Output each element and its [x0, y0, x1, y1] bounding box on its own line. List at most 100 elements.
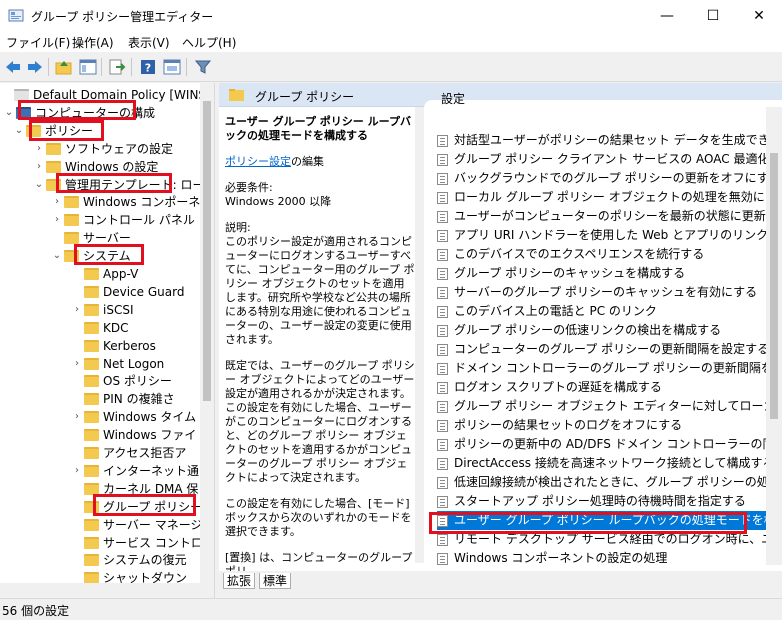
- tree-item[interactable]: Default Domain Policy [WINSV20: [0, 86, 214, 104]
- setting-row[interactable]: 対話型ユーザーがポリシーの結果セット データを生成できるかどうかを: [437, 131, 767, 150]
- tree-item[interactable]: › iSCSI: [0, 301, 200, 319]
- chevron-down-icon[interactable]: ⌄: [34, 176, 44, 194]
- close-button[interactable]: ✕: [736, 0, 782, 31]
- tree-item[interactable]: KDC: [0, 319, 200, 337]
- tab-extended[interactable]: 拡張: [223, 573, 256, 589]
- tree-vertical-scrollbar[interactable]: [200, 83, 214, 598]
- tree-item[interactable]: › Windows の設定: [0, 158, 200, 176]
- filter-icon[interactable]: [193, 57, 213, 77]
- chevron-right-icon[interactable]: ›: [34, 158, 44, 176]
- setting-row[interactable]: ドメイン コントローラーのグループ ポリシーの更新間隔を設定する: [437, 359, 767, 378]
- setting-row[interactable]: グループ ポリシー オブジェクト エディターに対してローカル ADM ファイル: [437, 397, 767, 416]
- tree-item[interactable]: Windows ファイ: [0, 426, 200, 444]
- tree-item[interactable]: Kerberos: [0, 337, 200, 355]
- tree-item[interactable]: ⌄ 管理用テンプレート: ローカ: [0, 176, 214, 194]
- tree-item-label: グループ ポリシー: [103, 499, 203, 514]
- setting-row[interactable]: ローカル グループ ポリシー オブジェクトの処理を無効にする: [437, 188, 767, 207]
- export-list-icon[interactable]: [107, 57, 127, 77]
- setting-row[interactable]: グループ ポリシー クライアント サービスの AOAC 最適化を無効にする: [437, 150, 767, 169]
- menu-action[interactable]: 操作(A): [72, 34, 114, 51]
- tree-scroll-thumb[interactable]: [203, 101, 211, 401]
- up-folder-icon[interactable]: [54, 57, 74, 77]
- tree-item[interactable]: ⌄ コンピューターの構成: [0, 104, 200, 122]
- setting-row[interactable]: ポリシーの結果セットのログをオフにする: [437, 416, 767, 435]
- setting-row[interactable]: アプリ URI ハンドラーを使用した Web とアプリのリンクを構成します: [437, 226, 767, 245]
- menu-file[interactable]: ファイル(F): [6, 34, 70, 51]
- tree-item[interactable]: › ソフトウェアの設定: [0, 140, 200, 158]
- chevron-right-icon[interactable]: ›: [52, 193, 62, 211]
- details-pane: グループ ポリシー ユーザー グループ ポリシー ループバックの処理モードを構成…: [219, 83, 782, 598]
- policy-setting-icon: [437, 154, 448, 166]
- setting-row-selected[interactable]: ユーザー グループ ポリシー ループバックの処理モードを構成する: [437, 511, 767, 530]
- chevron-right-icon[interactable]: ›: [52, 211, 62, 229]
- setting-row[interactable]: ユーザーがコンピューターのポリシーを最新の状態に更新できないよう: [437, 207, 767, 226]
- policy-setting-icon: [437, 401, 448, 413]
- minimize-button[interactable]: —: [644, 0, 690, 31]
- tree-item[interactable]: › コントロール パネル: [0, 211, 200, 229]
- setting-row[interactable]: DirectAccess 接続を高速ネットワーク接続として構成する: [437, 454, 767, 473]
- description-paragraph: 既定では、ユーザーのグループ ポリシー オブジェクトによってどのユーザー設定が適…: [225, 359, 415, 484]
- tree-item[interactable]: ⌄ システム: [0, 247, 200, 265]
- settings-column-header[interactable]: 設定: [441, 90, 465, 107]
- setting-row[interactable]: スタートアップ ポリシー処理時の待機時間を指定する: [437, 492, 767, 511]
- tree-item[interactable]: アクセス拒否ア: [0, 444, 200, 462]
- setting-row[interactable]: ログオン スクリプトの遅延を構成する: [437, 378, 767, 397]
- chevron-down-icon[interactable]: ⌄: [4, 104, 14, 122]
- setting-row[interactable]: リモート デスクトップ サービス経由でのログオン時に、ユーザーのグループ: [437, 530, 767, 549]
- tree-item[interactable]: Device Guard: [0, 283, 200, 301]
- tree-item[interactable]: カーネル DMA 保: [0, 480, 200, 498]
- chevron-right-icon[interactable]: ›: [72, 301, 82, 319]
- tree-item[interactable]: ⌄ ポリシー: [0, 122, 200, 140]
- setting-label: Windows コンポーネントの設定の処理: [454, 551, 668, 565]
- maximize-button[interactable]: ☐: [690, 0, 736, 31]
- chevron-down-icon[interactable]: ⌄: [14, 122, 24, 140]
- policy-setting-icon: [437, 477, 448, 489]
- help-icon[interactable]: ?: [138, 57, 158, 77]
- policy-setting-icon: [437, 192, 448, 204]
- tree-item[interactable]: OS ポリシー: [0, 372, 200, 390]
- tree-item[interactable]: › Windows コンポーネ: [0, 193, 200, 211]
- setting-row[interactable]: 低速回線接続が検出されたときに、グループ ポリシーの処理が非同: [437, 473, 767, 492]
- tree-item[interactable]: App-V: [0, 265, 200, 283]
- chevron-right-icon[interactable]: ›: [72, 462, 82, 480]
- menu-view[interactable]: 表示(V): [128, 34, 170, 51]
- settings-vertical-scrollbar[interactable]: [766, 107, 782, 565]
- chevron-right-icon[interactable]: ›: [34, 140, 44, 158]
- setting-row[interactable]: このデバイス上の電話と PC のリンク: [437, 302, 767, 321]
- setting-row[interactable]: グループ ポリシーの低速リンクの検出を構成する: [437, 321, 767, 340]
- tree-item[interactable]: サーバー: [0, 229, 200, 247]
- chevron-down-icon[interactable]: ⌄: [52, 247, 62, 265]
- tree-item[interactable]: システムの復元: [0, 551, 200, 569]
- title-bar: グループ ポリシー管理エディター — ☐ ✕: [0, 0, 782, 31]
- properties-icon[interactable]: [162, 57, 182, 77]
- folder-icon: [84, 339, 99, 352]
- setting-label: グループ ポリシー クライアント サービスの AOAC 最適化を無効にする: [454, 152, 767, 166]
- tree-item[interactable]: › インターネット通: [0, 462, 200, 480]
- chevron-right-icon[interactable]: ›: [72, 408, 82, 426]
- setting-row[interactable]: コンピューターのグループ ポリシーの更新間隔を設定する: [437, 340, 767, 359]
- tree-horizontal-scrollbar[interactable]: [0, 583, 200, 598]
- back-arrow-icon[interactable]: [3, 57, 23, 77]
- tree-item[interactable]: PIN の複雑さ: [0, 390, 200, 408]
- policy-setting-icon: [437, 173, 448, 185]
- tree-item-label: コンピューターの構成: [35, 105, 156, 120]
- tree-item[interactable]: サービス コントロー: [0, 534, 214, 552]
- tree-item[interactable]: › Net Logon: [0, 355, 200, 373]
- forward-arrow-icon[interactable]: [25, 57, 45, 77]
- setting-row[interactable]: バックグラウンドでのグループ ポリシーの更新をオフにする: [437, 169, 767, 188]
- tree-item[interactable]: サーバー マネージ: [0, 516, 202, 534]
- show-hide-tree-icon[interactable]: [78, 57, 98, 77]
- tab-standard[interactable]: 標準: [259, 573, 292, 589]
- tree-item[interactable]: グループ ポリシー: [0, 498, 203, 516]
- folder-icon: [64, 232, 79, 245]
- settings-scroll-thumb[interactable]: [770, 153, 778, 419]
- edit-policy-link[interactable]: ポリシー設定: [225, 155, 291, 168]
- tree-item[interactable]: › Windows タイム: [0, 408, 200, 426]
- setting-row[interactable]: このデバイスでのエクスペリエンスを続行する: [437, 245, 767, 264]
- setting-row[interactable]: ポリシーの更新中の AD/DFS ドメイン コントローラーの同期を有効に: [437, 435, 767, 454]
- menu-help[interactable]: ヘルプ(H): [182, 34, 236, 51]
- setting-row[interactable]: Windows コンポーネントの設定の処理: [437, 549, 767, 568]
- setting-row[interactable]: グループ ポリシーのキャッシュを構成する: [437, 264, 767, 283]
- setting-row[interactable]: サーバーのグループ ポリシーのキャッシュを有効にする: [437, 283, 767, 302]
- chevron-right-icon[interactable]: ›: [72, 355, 82, 373]
